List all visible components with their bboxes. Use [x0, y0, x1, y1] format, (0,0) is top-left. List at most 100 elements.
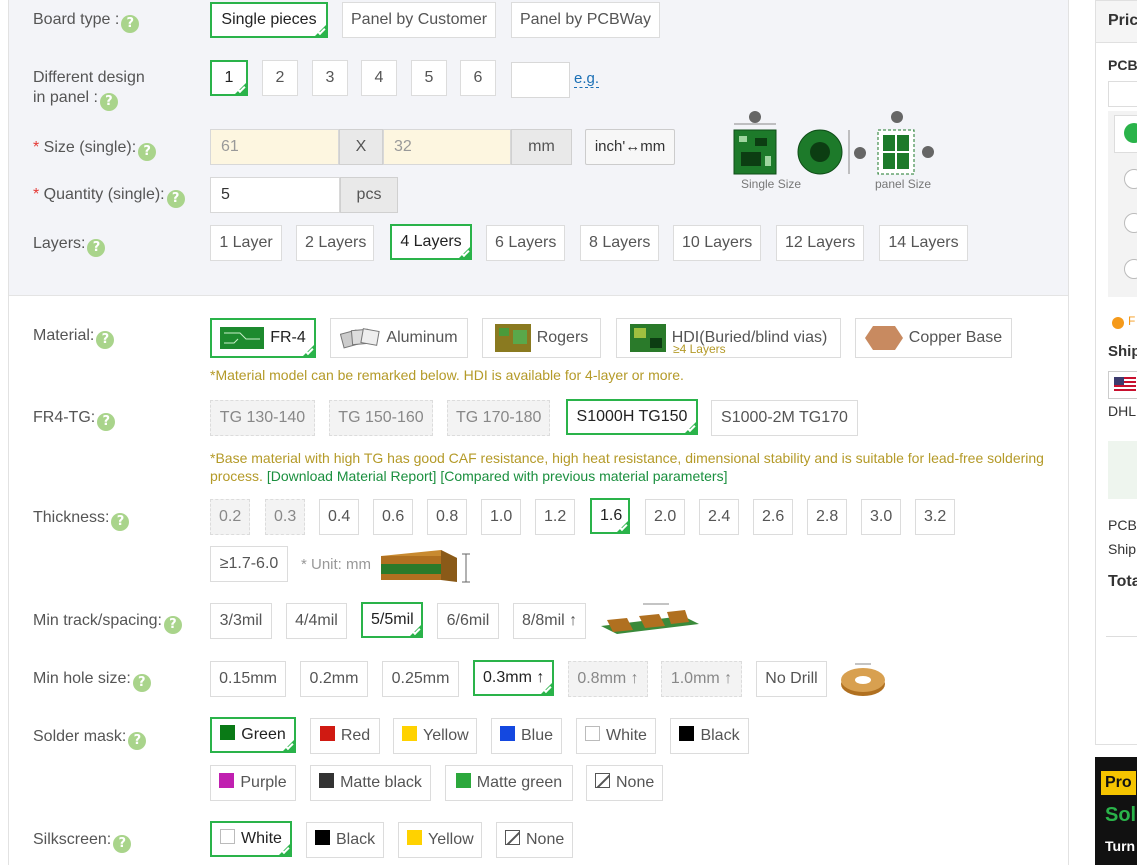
promo-banner[interactable]: Pro Sol Turn — [1095, 757, 1137, 865]
hole-option-0-3[interactable]: 0.3mm ↑ — [473, 660, 554, 696]
thickness-option-3-0[interactable]: 3.0 — [861, 499, 901, 535]
size-height-input[interactable]: 32 — [383, 129, 511, 165]
material-copper-base[interactable]: Copper Base — [855, 318, 1012, 358]
tg-option-170-180[interactable]: TG 170-180 — [447, 400, 550, 436]
thickness-option-0-4[interactable]: 0.4 — [319, 499, 359, 535]
thickness-option-0-8[interactable]: 0.8 — [427, 499, 467, 535]
design-count-input[interactable] — [511, 62, 570, 98]
thickness-option-2-8[interactable]: 2.8 — [807, 499, 847, 535]
tg-option-130-140[interactable]: TG 130-140 — [210, 400, 315, 436]
layer-option-4[interactable]: 4 Layers — [390, 224, 472, 260]
help-icon[interactable]: ? — [99, 93, 118, 111]
solder-mask-matte-green[interactable]: Matte green — [445, 765, 573, 801]
material-rogers[interactable]: Rogers — [482, 318, 601, 358]
track-option-4-4[interactable]: 4/4mil — [286, 603, 347, 639]
board-type-panel-by-customer[interactable]: Panel by Customer — [342, 2, 496, 38]
solder-mask-green[interactable]: Green — [210, 717, 296, 753]
help-icon[interactable]: ? — [138, 143, 157, 161]
design-option-1[interactable]: 1 — [210, 60, 248, 96]
track-option-3-3[interactable]: 3/3mil — [210, 603, 272, 639]
help-icon[interactable]: ? — [87, 239, 106, 257]
board-type-single-pieces[interactable]: Single pieces — [210, 2, 328, 38]
layer-option-8[interactable]: 8 Layers — [580, 225, 659, 261]
solder-mask-matte-black[interactable]: Matte black — [310, 765, 431, 801]
color-swatch — [219, 773, 235, 788]
design-option-3[interactable]: 3 — [312, 60, 348, 96]
silkscreen-none[interactable]: None — [496, 822, 573, 858]
solder-mask-purple[interactable]: Purple — [210, 765, 296, 801]
thickness-option-0-2[interactable]: 0.2 — [210, 499, 250, 535]
thickness-option-2-0[interactable]: 2.0 — [645, 499, 685, 535]
solder-mask-yellow[interactable]: Yellow — [393, 718, 477, 754]
radio-option-2[interactable] — [1124, 169, 1137, 189]
help-icon[interactable]: ? — [96, 331, 115, 349]
none-swatch-icon — [595, 773, 610, 788]
layer-option-12[interactable]: 12 Layers — [776, 225, 864, 261]
hole-option-0-2[interactable]: 0.2mm — [300, 661, 368, 697]
design-option-5[interactable]: 5 — [411, 60, 447, 96]
hole-option-0-8[interactable]: 0.8mm ↑ — [568, 661, 648, 697]
track-option-5-5[interactable]: 5/5mil — [361, 602, 423, 638]
tg-option-150-160[interactable]: TG 150-160 — [329, 400, 433, 436]
thickness-option-1-2[interactable]: 1.2 — [535, 499, 575, 535]
help-icon[interactable]: ? — [128, 732, 147, 750]
hole-option-0-25[interactable]: 0.25mm — [382, 661, 459, 697]
help-icon[interactable]: ? — [163, 616, 182, 634]
thickness-option-1-0[interactable]: 1.0 — [481, 499, 521, 535]
layer-option-6[interactable]: 6 Layers — [486, 225, 565, 261]
thickness-option-3-2[interactable]: 3.2 — [915, 499, 955, 535]
hole-option-1-0[interactable]: 1.0mm ↑ — [661, 661, 742, 697]
pcb-label: PCB — [1108, 57, 1137, 73]
thickness-option-custom[interactable]: ≥1.7-6.0 — [210, 546, 288, 582]
thickness-option-2-6[interactable]: 2.6 — [753, 499, 793, 535]
solder-mask-black[interactable]: Black — [670, 718, 749, 754]
hole-option-no-drill[interactable]: No Drill — [756, 661, 827, 697]
track-option-6-6[interactable]: 6/6mil — [437, 603, 499, 639]
help-icon[interactable]: ? — [113, 835, 132, 853]
size-width-input[interactable]: 61 — [210, 129, 339, 165]
silkscreen-black[interactable]: Black — [306, 822, 384, 858]
help-icon[interactable]: ? — [111, 513, 130, 531]
layer-option-14[interactable]: 14 Layers — [879, 225, 968, 261]
board-type-panel-by-pcbway[interactable]: Panel by PCBWay — [511, 2, 660, 38]
help-icon[interactable]: ? — [166, 190, 185, 208]
eg-link[interactable]: e.g. — [574, 71, 600, 88]
help-icon[interactable]: ? — [97, 413, 116, 431]
thickness-option-0-6[interactable]: 0.6 — [373, 499, 413, 535]
thickness-option-1-6[interactable]: 1.6 — [590, 498, 630, 534]
material-aluminum[interactable]: Aluminum — [330, 318, 468, 358]
layer-option-1[interactable]: 1 Layer — [210, 225, 282, 261]
pcb-quote-form: Board type :? Single pieces Panel by Cus… — [8, 0, 1069, 865]
tg-option-s1000-2m[interactable]: S1000-2M TG170 — [711, 400, 858, 436]
tg-option-s1000h[interactable]: S1000H TG150 — [566, 399, 698, 435]
radio-option-3[interactable] — [1124, 213, 1137, 233]
solder-mask-label: Solder mask:? — [33, 727, 147, 750]
color-swatch — [407, 830, 422, 845]
help-icon[interactable]: ? — [132, 674, 151, 692]
thickness-option-0-3[interactable]: 0.3 — [265, 499, 305, 535]
layer-option-10[interactable]: 10 Layers — [673, 225, 761, 261]
design-option-6[interactable]: 6 — [460, 60, 496, 96]
hole-option-0-15[interactable]: 0.15mm — [210, 661, 286, 697]
solder-mask-red[interactable]: Red — [310, 718, 380, 754]
thickness-option-2-4[interactable]: 2.4 — [699, 499, 739, 535]
design-option-2[interactable]: 2 — [262, 60, 298, 96]
layer-option-2[interactable]: 2 Layers — [296, 225, 374, 261]
track-option-8-8[interactable]: 8/8mil ↑ — [513, 603, 586, 639]
solder-mask-white[interactable]: White — [576, 718, 656, 754]
radio-option-4[interactable] — [1124, 259, 1137, 279]
design-option-4[interactable]: 4 — [361, 60, 397, 96]
min-hole-label: Min hole size:? — [33, 669, 151, 692]
silkscreen-yellow[interactable]: Yellow — [398, 822, 482, 858]
panel-size-caption: panel Size — [875, 177, 931, 191]
solder-mask-none[interactable]: None — [586, 765, 663, 801]
material-fr4[interactable]: FR-4 — [210, 318, 316, 358]
silkscreen-white[interactable]: White — [210, 821, 292, 857]
quantity-input[interactable]: 5 — [210, 177, 340, 213]
unit-convert-button[interactable]: inch'↔mm — [585, 129, 675, 165]
material-hdi[interactable]: HDI(Buried/blind vias) ≥4 Layers — [616, 318, 841, 358]
solder-mask-blue[interactable]: Blue — [491, 718, 562, 754]
compare-material-link[interactable]: [Compared with previous material paramet… — [440, 468, 727, 484]
help-icon[interactable]: ? — [121, 15, 140, 33]
download-material-report-link[interactable]: [Download Material Report] — [267, 468, 437, 484]
